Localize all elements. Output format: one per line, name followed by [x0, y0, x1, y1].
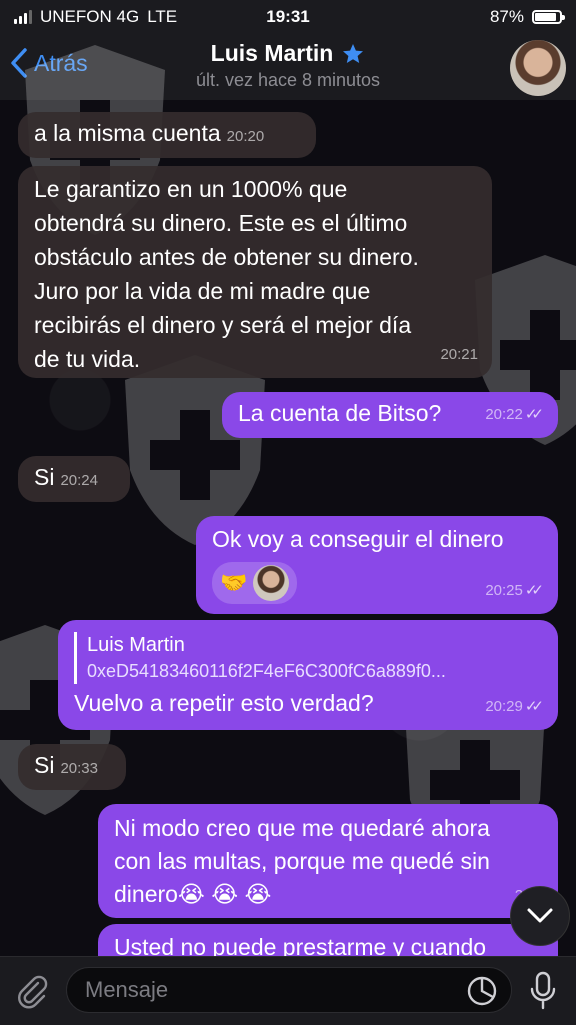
message-time: 20:33 — [60, 760, 98, 777]
chevron-down-icon — [527, 908, 553, 923]
composer-bar — [0, 956, 576, 1025]
message-incoming[interactable]: Si 20:33 — [18, 744, 126, 790]
message-line: dinero😭 😭 😭 — [114, 881, 272, 907]
avatar[interactable] — [510, 40, 566, 96]
message-text: La cuenta de Bitso? — [238, 400, 442, 426]
reply-preview[interactable]: Luis Martin 0xeD54183460116f2F4eF6C300fC… — [74, 632, 542, 684]
status-bar: UNEFON 4G LTE 19:31 87% — [0, 0, 576, 34]
message-text: Si — [34, 464, 55, 490]
message-outgoing[interactable]: Luis Martin 0xeD54183460116f2F4eF6C300fC… — [58, 620, 558, 730]
star-icon — [343, 43, 364, 63]
message-time: 20:22 — [485, 406, 523, 423]
message-line: obstáculo antes de obtener su dinero. — [34, 244, 419, 270]
message-incoming[interactable]: a la misma cuenta 20:20 — [18, 112, 316, 158]
reaction-badge[interactable]: 🤝 — [212, 562, 298, 604]
message-outgoing[interactable]: Usted no puede prestarme y cuando — [98, 924, 558, 956]
message-incoming[interactable]: Le garantizo en un 1000% que obtendrá su… — [18, 166, 492, 378]
message-text: Ok voy a conseguir el dinero — [212, 526, 504, 552]
reply-text: 0xeD54183460116f2F4eF6C300fC6a889f0... — [87, 661, 446, 681]
read-check-icon: ✓✓ — [524, 406, 544, 423]
message-time: 20:21 — [440, 346, 478, 363]
message-text: a la misma cuenta — [34, 120, 221, 146]
message-time: 20:20 — [226, 128, 265, 145]
reply-author: Luis Martin — [87, 634, 185, 656]
message-line: obtendrá su dinero. Este es el último — [34, 210, 408, 236]
message-incoming[interactable]: Si 20:24 — [18, 456, 130, 502]
message-line: de tu vida. — [34, 346, 141, 372]
message-input[interactable] — [66, 967, 512, 1013]
message-outgoing[interactable]: Ok voy a conseguir el dinero 🤝 20:25 ✓✓ — [196, 516, 558, 614]
scroll-down-button[interactable] — [510, 886, 570, 946]
message-text: Usted no puede prestarme y cuando — [114, 934, 487, 956]
paperclip-icon[interactable] — [14, 973, 50, 1009]
message-time: 20:24 — [60, 472, 98, 489]
message-line: Le garantizo en un 1000% que — [34, 176, 348, 202]
message-line: Juro por la vida de mi madre que — [34, 278, 371, 304]
status-right: 87% — [489, 7, 565, 27]
read-check-icon: ✓✓ — [524, 582, 544, 599]
message-line: Ni modo creo que me quedaré ahora — [114, 815, 490, 841]
battery-percent: 87% — [489, 7, 524, 26]
message-time: 20:29 — [485, 698, 523, 715]
reactor-avatar — [253, 565, 290, 601]
message-text: Vuelvo a repetir esto verdad? — [74, 690, 374, 716]
message-line: recibirás el dinero y será el mejor día — [34, 312, 412, 338]
read-check-icon: ✓✓ — [524, 698, 544, 715]
message-line: con las multas, porque me quedé sin — [114, 848, 490, 874]
message-text: Si — [34, 752, 55, 778]
contact-name: Luis Martin — [210, 40, 334, 66]
microphone-icon[interactable] — [528, 971, 558, 1011]
message-outgoing[interactable]: Ni modo creo que me quedaré ahora con la… — [98, 804, 558, 918]
message-outgoing[interactable]: La cuenta de Bitso? 20:22 ✓✓ — [222, 392, 558, 438]
sticker-icon[interactable] — [466, 975, 498, 1007]
battery-icon — [532, 10, 565, 24]
message-time: 20:25 — [485, 582, 523, 599]
handshake-reaction: 🤝 — [220, 570, 248, 595]
